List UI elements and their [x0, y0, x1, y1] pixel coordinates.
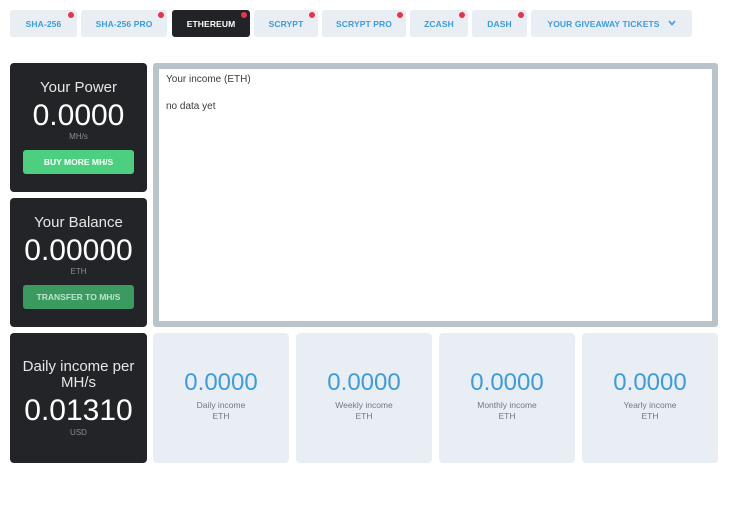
- buy-more-button[interactable]: BUY MORE MH/S: [23, 150, 134, 174]
- tab-scrypt[interactable]: SCRYPT: [254, 10, 318, 37]
- yearly-income-tile: 0.0000 Yearly income ETH: [582, 333, 718, 463]
- tab-label: DASH: [487, 18, 512, 29]
- tab-ethereum[interactable]: ETHEREUM: [172, 10, 250, 37]
- transfer-button[interactable]: TRANSFER TO MH/S: [23, 285, 134, 309]
- stat-label: Yearly income: [623, 400, 677, 410]
- stat-unit: ETH: [641, 411, 659, 421]
- balance-value: 0.00000: [24, 234, 133, 267]
- stat-label: Monthly income: [477, 400, 537, 410]
- stat-unit: ETH: [212, 411, 230, 421]
- tab-label: ETHEREUM: [186, 18, 236, 29]
- stat-value: 0.0000: [327, 369, 401, 396]
- notification-dot: [158, 12, 164, 18]
- notification-dot: [241, 12, 247, 18]
- stat-unit: ETH: [355, 411, 373, 421]
- tab-label: ZCASH: [424, 18, 454, 29]
- tab-label: SCRYPT PRO: [336, 18, 392, 29]
- stat-value: 0.0000: [470, 369, 544, 396]
- power-card: Your Power 0.0000 MH/s BUY MORE MH/S: [10, 63, 147, 192]
- tab-label: SHA-256: [25, 18, 62, 29]
- daily-per-unit: USD: [70, 428, 87, 437]
- notification-dot: [459, 12, 465, 18]
- daily-income-per-mhs-card: Daily income per MH/s 0.01310 USD: [10, 333, 147, 463]
- tab-dash[interactable]: DASH: [472, 10, 527, 37]
- balance-title: Your Balance: [34, 214, 123, 231]
- tab-sha-256[interactable]: SHA-256: [10, 10, 77, 37]
- notification-dot: [397, 12, 403, 18]
- stat-value: 0.0000: [613, 369, 687, 396]
- power-value: 0.0000: [32, 99, 125, 132]
- balance-unit: ETH: [70, 267, 87, 276]
- stat-value: 0.0000: [184, 369, 258, 396]
- stat-label: Weekly income: [335, 400, 393, 410]
- income-chart-empty-text: no data yet: [166, 101, 216, 112]
- daily-per-value: 0.01310: [24, 394, 133, 427]
- monthly-income-tile: 0.0000 Monthly income ETH: [439, 333, 575, 463]
- tab-label: YOUR GIVEAWAY TICKETS: [547, 18, 660, 29]
- power-unit: MH/s: [69, 132, 88, 141]
- notification-dot: [309, 12, 315, 18]
- daily-per-title: Daily income per MH/s: [22, 358, 135, 391]
- stat-label: Daily income: [196, 400, 246, 410]
- tab-label: SCRYPT: [268, 18, 304, 29]
- tab-label: SHA-256 PRO: [95, 18, 153, 29]
- power-title: Your Power: [40, 79, 117, 96]
- stat-unit: ETH: [498, 411, 516, 421]
- chevron-down-icon: [667, 19, 676, 28]
- tab-giveaway-tickets[interactable]: YOUR GIVEAWAY TICKETS: [531, 10, 692, 37]
- tab-sha-256-pro[interactable]: SHA-256 PRO: [81, 10, 167, 37]
- notification-dot: [68, 12, 74, 18]
- tab-scrypt-pro[interactable]: SCRYPT PRO: [322, 10, 406, 37]
- weekly-income-tile: 0.0000 Weekly income ETH: [296, 333, 432, 463]
- notification-dot: [518, 12, 524, 18]
- income-chart: Your income (ETH) no data yet: [153, 63, 718, 327]
- tab-zcash[interactable]: ZCASH: [410, 10, 468, 37]
- balance-card: Your Balance 0.00000 ETH TRANSFER TO MH/…: [10, 198, 147, 327]
- income-chart-title: Your income (ETH): [166, 74, 251, 85]
- daily-income-tile: 0.0000 Daily income ETH: [153, 333, 289, 463]
